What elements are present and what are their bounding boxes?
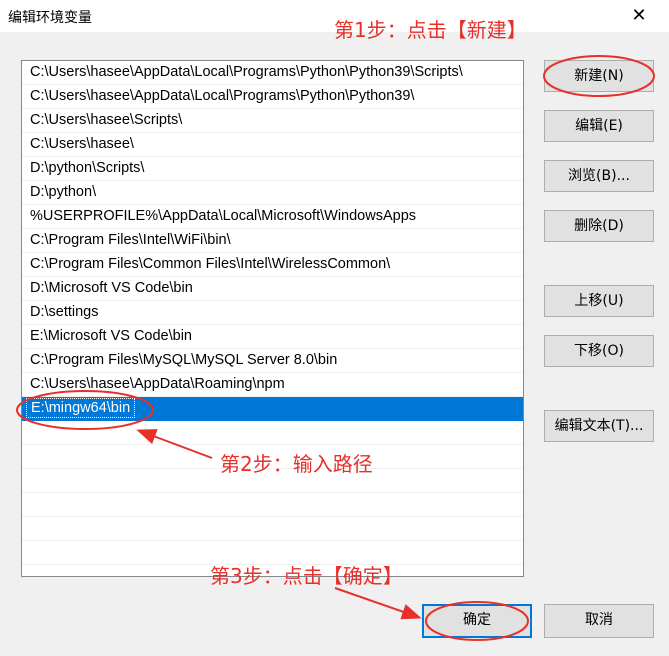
list-item[interactable]: C:\Users\hasee\AppData\Local\Programs\Py… xyxy=(22,85,523,109)
list-item[interactable]: C:\Users\hasee\ xyxy=(22,133,523,157)
list-item-empty[interactable] xyxy=(22,421,523,445)
ok-button[interactable]: 确定 xyxy=(422,604,532,638)
list-item-editing[interactable]: E:\mingw64\bin xyxy=(22,397,523,421)
delete-button[interactable]: 删除(D) xyxy=(544,210,654,242)
step1-annotation: 第1步：点击【新建】 xyxy=(334,18,527,42)
list-item[interactable]: D:\settings xyxy=(22,301,523,325)
path-list[interactable]: C:\Users\hasee\AppData\Local\Programs\Py… xyxy=(21,60,524,577)
list-item-empty[interactable] xyxy=(22,517,523,541)
list-item[interactable]: C:\Program Files\MySQL\MySQL Server 8.0\… xyxy=(22,349,523,373)
list-item[interactable]: C:\Program Files\Intel\WiFi\bin\ xyxy=(22,229,523,253)
list-item[interactable]: %USERPROFILE%\AppData\Local\Microsoft\Wi… xyxy=(22,205,523,229)
close-icon[interactable]: ✕ xyxy=(616,4,662,28)
step3-arrow xyxy=(334,587,422,620)
list-item[interactable]: C:\Program Files\Common Files\Intel\Wire… xyxy=(22,253,523,277)
cancel-button[interactable]: 取消 xyxy=(544,604,654,638)
step3-annotation: 第3步：点击【确定】 xyxy=(210,564,403,588)
list-item[interactable]: D:\Microsoft VS Code\bin xyxy=(22,277,523,301)
new-button[interactable]: 新建(N) xyxy=(544,60,654,92)
move-up-button[interactable]: 上移(U) xyxy=(544,285,654,317)
list-item[interactable]: C:\Users\hasee\AppData\Roaming\npm xyxy=(22,373,523,397)
path-edit-input[interactable]: E:\mingw64\bin xyxy=(26,398,136,418)
list-item[interactable]: E:\Microsoft VS Code\bin xyxy=(22,325,523,349)
browse-button[interactable]: 浏览(B)... xyxy=(544,160,654,192)
list-item[interactable]: D:\python\ xyxy=(22,181,523,205)
list-item-empty[interactable] xyxy=(22,493,523,517)
edit-text-button[interactable]: 编辑文本(T)... xyxy=(544,410,654,442)
window-title: 编辑环境变量 xyxy=(8,10,92,26)
list-item[interactable]: D:\python\Scripts\ xyxy=(22,157,523,181)
move-down-button[interactable]: 下移(O) xyxy=(544,335,654,367)
step2-annotation: 第2步：输入路径 xyxy=(220,452,373,476)
list-item[interactable]: C:\Users\hasee\AppData\Local\Programs\Py… xyxy=(22,61,523,85)
list-item[interactable]: C:\Users\hasee\Scripts\ xyxy=(22,109,523,133)
edit-button[interactable]: 编辑(E) xyxy=(544,110,654,142)
